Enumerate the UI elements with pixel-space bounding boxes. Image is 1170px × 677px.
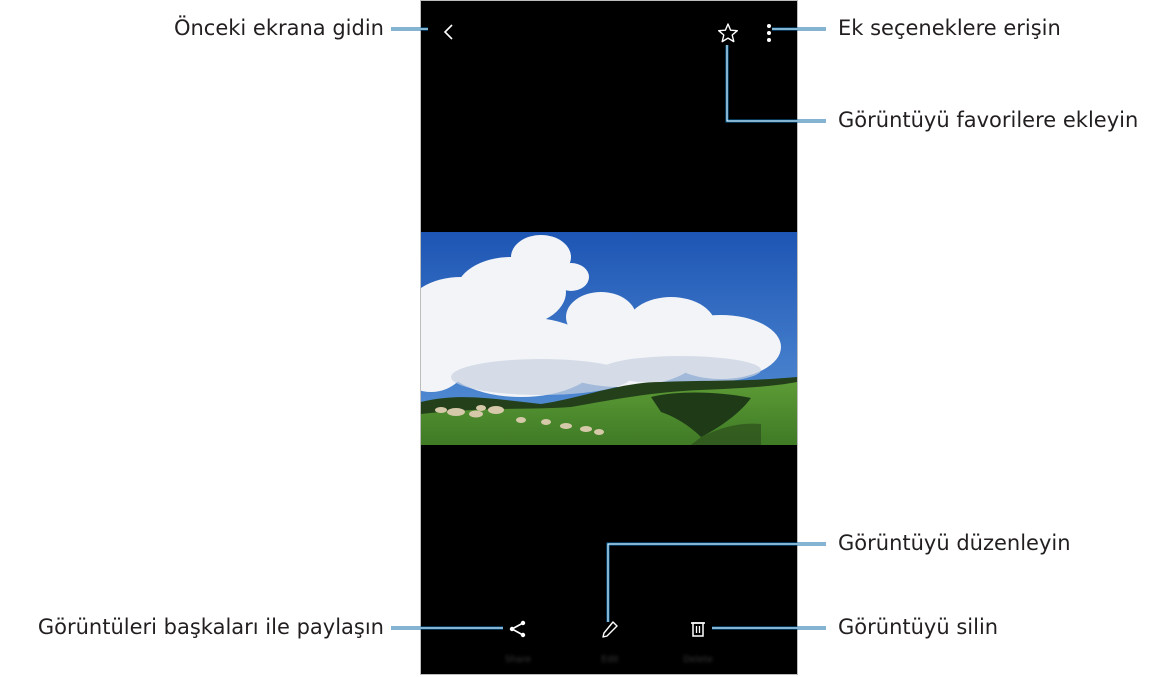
callout-back: Önceki ekrana gidin — [173, 16, 384, 40]
gallery-photo[interactable] — [421, 232, 797, 445]
edit-label: Edit — [601, 655, 619, 665]
callout-share: Görüntüleri başkaları ile paylaşın — [37, 615, 384, 639]
trash-icon[interactable] — [689, 619, 707, 639]
gallery-viewer-screen: Share Edit Delete — [420, 0, 798, 675]
delete-label: Delete — [683, 655, 713, 665]
share-label: Share — [505, 655, 531, 665]
callout-more-options: Ek seçeneklere erişin — [838, 16, 1061, 40]
callout-edit: Görüntüyü düzenleyin — [838, 531, 1071, 555]
pencil-icon[interactable] — [601, 620, 619, 640]
callout-delete: Görüntüyü silin — [838, 615, 999, 639]
back-chevron-icon[interactable] — [441, 21, 457, 43]
more-options-icon[interactable] — [764, 22, 774, 44]
share-icon[interactable] — [508, 619, 528, 639]
star-outline-icon[interactable] — [717, 22, 739, 44]
callout-favorite: Görüntüyü favorilere ekleyin — [838, 108, 1139, 132]
